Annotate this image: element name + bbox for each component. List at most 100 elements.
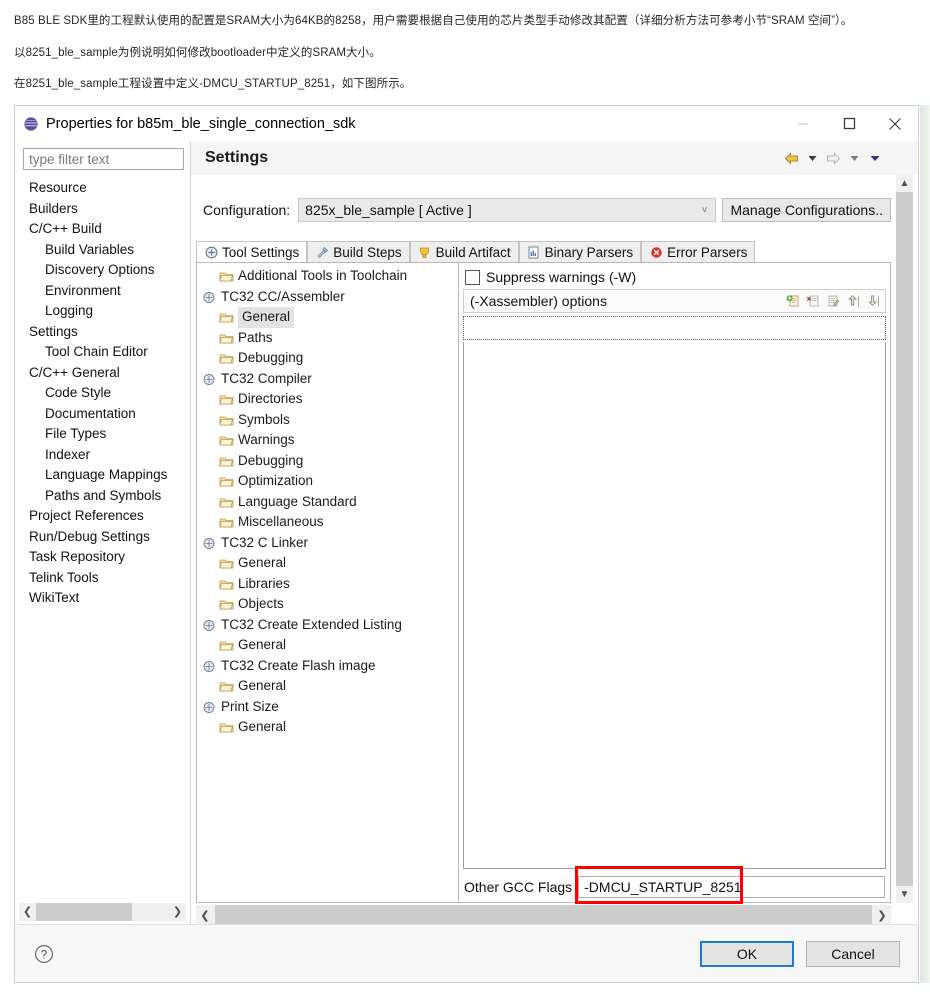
sidebar-item-wikitext[interactable]: WikiText bbox=[27, 588, 190, 609]
tab-build-artifact[interactable]: Build Artifact bbox=[409, 241, 519, 262]
suppress-warnings-checkbox[interactable] bbox=[465, 269, 480, 285]
folder-icon bbox=[219, 392, 234, 406]
help-icon[interactable]: ? bbox=[33, 943, 55, 965]
edit-icon[interactable] bbox=[825, 293, 841, 309]
panes-horizontal-scrollbar[interactable]: ❮ ❯ bbox=[196, 905, 891, 925]
sidebar-item-discovery-options[interactable]: Discovery Options bbox=[27, 260, 190, 281]
sidebar-item-c-cpp-general[interactable]: C/C++ General bbox=[27, 363, 190, 384]
offscreen-edge-strip bbox=[920, 105, 930, 983]
filter-input-placeholder: type filter text bbox=[29, 151, 110, 167]
other-gcc-flags-input[interactable]: -DMCU_STARTUP_8251 bbox=[578, 876, 885, 898]
scroll-down-arrow-icon[interactable]: ▼ bbox=[896, 886, 913, 903]
cancel-button[interactable]: Cancel bbox=[806, 940, 900, 967]
tool-item-symbols[interactable]: Symbols bbox=[197, 410, 458, 431]
sidebar-item-file-types[interactable]: File Types bbox=[27, 424, 190, 445]
sidebar-item-settings-label: Settings bbox=[29, 323, 78, 339]
tool-item-label: TC32 Create Extended Listing bbox=[221, 616, 402, 632]
tool-item-flash-image-general[interactable]: General bbox=[197, 676, 458, 697]
tool-item-print-size-general[interactable]: General bbox=[197, 717, 458, 738]
back-dropdown-icon[interactable] bbox=[803, 149, 821, 167]
panes-scroll-right-arrow-icon[interactable]: ❯ bbox=[873, 909, 891, 922]
sidebar-item-resource[interactable]: Resource bbox=[27, 178, 190, 199]
close-icon[interactable] bbox=[872, 106, 918, 141]
tool-item-tc32-create-extended-listing[interactable]: TC32 Create Extended Listing bbox=[197, 615, 458, 636]
settings-vertical-scrollbar[interactable]: ▲ ▼ bbox=[896, 175, 913, 903]
tool-item-compiler-debugging[interactable]: Debugging bbox=[197, 451, 458, 472]
sidebar-item-documentation[interactable]: Documentation bbox=[27, 404, 190, 425]
left-scroll-thumb[interactable] bbox=[36, 903, 132, 921]
sidebar-item-language-mappings[interactable]: Language Mappings bbox=[27, 465, 190, 486]
forward-arrow-icon[interactable] bbox=[824, 149, 842, 167]
sidebar-item-paths-and-symbols[interactable]: Paths and Symbols bbox=[27, 486, 190, 507]
sidebar-item-task-repository[interactable]: Task Repository bbox=[27, 547, 190, 568]
tool-item-libraries[interactable]: Libraries bbox=[197, 574, 458, 595]
sidebar-item-project-references[interactable]: Project References bbox=[27, 506, 190, 527]
scroll-right-arrow-icon[interactable]: ❯ bbox=[169, 903, 186, 921]
tool-item-assembler-debugging[interactable]: Debugging bbox=[197, 348, 458, 369]
tool-item-paths[interactable]: Paths bbox=[197, 328, 458, 349]
panes-scroll-thumb[interactable] bbox=[215, 905, 872, 925]
tool-item-print-size[interactable]: Print Size bbox=[197, 697, 458, 718]
sidebar-item-build-variables[interactable]: Build Variables bbox=[27, 240, 190, 261]
tool-item-tc32-create-flash-image[interactable]: TC32 Create Flash image bbox=[197, 656, 458, 677]
scroll-left-arrow-icon[interactable]: ❮ bbox=[19, 903, 36, 921]
tool-item-additional-tools-in-toolchain[interactable]: Additional Tools in Toolchain bbox=[197, 266, 458, 287]
dialog-footer: ? OK Cancel bbox=[15, 924, 918, 982]
sidebar-item-indexer[interactable]: Indexer bbox=[27, 445, 190, 466]
sidebar-item-telink-tools[interactable]: Telink Tools bbox=[27, 568, 190, 589]
tab-tool-settings[interactable]: Tool Settings bbox=[196, 241, 308, 263]
sidebar-item-builders[interactable]: Builders bbox=[27, 199, 190, 220]
sidebar-item-logging[interactable]: Logging bbox=[27, 301, 190, 322]
sidebar-item-settings[interactable]: Settings bbox=[27, 322, 190, 343]
sidebar-item-c-cpp-build[interactable]: C/C++ Build bbox=[27, 219, 190, 240]
tool-item-label: Symbols bbox=[238, 411, 290, 427]
tool-item-tc32-c-linker[interactable]: TC32 C Linker bbox=[197, 533, 458, 554]
tab-build-steps[interactable]: Build Steps bbox=[307, 241, 410, 262]
sidebar-item-code-style[interactable]: Code Style bbox=[27, 383, 190, 404]
tool-item-extended-listing-general[interactable]: General bbox=[197, 635, 458, 656]
sidebar-item-environment[interactable]: Environment bbox=[27, 281, 190, 302]
minimize-icon[interactable] bbox=[780, 106, 826, 141]
suppress-warnings-row[interactable]: Suppress warnings (-W) bbox=[465, 269, 890, 285]
panes-scroll-left-arrow-icon[interactable]: ❮ bbox=[196, 909, 214, 922]
manage-configurations-button[interactable]: Manage Configurations.. bbox=[722, 198, 891, 222]
settings-scroll-thumb[interactable] bbox=[896, 192, 913, 886]
folder-icon bbox=[219, 495, 234, 509]
scroll-up-arrow-icon[interactable]: ▲ bbox=[896, 175, 913, 192]
tab-binary-parsers[interactable]: Binary Parsers bbox=[518, 241, 642, 262]
ok-button[interactable]: OK bbox=[700, 940, 794, 967]
tool-item-cc-assembler-general[interactable]: General bbox=[197, 307, 458, 328]
add-icon[interactable] bbox=[785, 293, 801, 309]
tool-item-linker-general[interactable]: General bbox=[197, 553, 458, 574]
build-artifact-icon bbox=[418, 245, 432, 259]
tab-error-parsers[interactable]: Error Parsers bbox=[641, 241, 756, 262]
sidebar-item-run-debug-settings[interactable]: Run/Debug Settings bbox=[27, 527, 190, 548]
forward-dropdown-icon[interactable] bbox=[845, 149, 863, 167]
tool-item-miscellaneous[interactable]: Miscellaneous bbox=[197, 512, 458, 533]
delete-icon[interactable] bbox=[805, 293, 821, 309]
tool-icon bbox=[202, 659, 217, 673]
tool-item-label: Print Size bbox=[221, 698, 279, 714]
tool-item-tc32-cc-assembler[interactable]: TC32 CC/Assembler bbox=[197, 287, 458, 308]
move-down-icon[interactable] bbox=[865, 293, 881, 309]
tool-item-optimization[interactable]: Optimization bbox=[197, 471, 458, 492]
back-arrow-icon[interactable] bbox=[782, 149, 800, 167]
configuration-select[interactable]: 825x_ble_sample [ Active ] ˅ bbox=[298, 198, 717, 222]
folder-icon bbox=[219, 597, 234, 611]
tool-item-language-standard[interactable]: Language Standard bbox=[197, 492, 458, 513]
xassembler-options-list[interactable] bbox=[463, 316, 886, 340]
maximize-icon[interactable] bbox=[826, 106, 872, 141]
tool-item-label: General bbox=[238, 307, 295, 328]
tool-item-directories[interactable]: Directories bbox=[197, 389, 458, 410]
tool-item-label: Language Standard bbox=[238, 493, 357, 509]
tool-item-label: TC32 C Linker bbox=[221, 534, 309, 550]
move-up-icon[interactable] bbox=[845, 293, 861, 309]
tool-item-objects[interactable]: Objects bbox=[197, 594, 458, 615]
left-horizontal-scrollbar[interactable]: ❮ ❯ bbox=[19, 903, 186, 921]
sidebar-item-tool-chain-editor[interactable]: Tool Chain Editor bbox=[27, 342, 190, 363]
view-menu-icon[interactable] bbox=[866, 149, 884, 167]
tool-item-tc32-compiler[interactable]: TC32 Compiler bbox=[197, 369, 458, 390]
folder-icon bbox=[219, 269, 234, 283]
filter-input[interactable]: type filter text bbox=[23, 148, 184, 170]
tool-item-warnings[interactable]: Warnings bbox=[197, 430, 458, 451]
